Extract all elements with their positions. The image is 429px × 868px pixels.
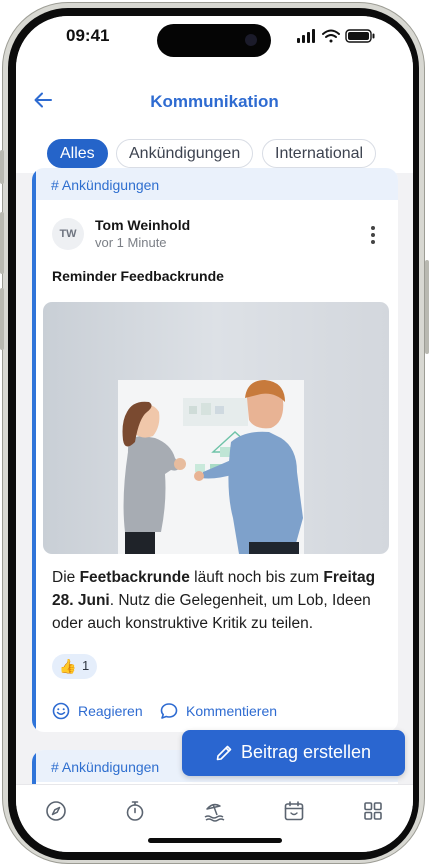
camera-icon (245, 34, 257, 46)
pencil-icon (216, 745, 232, 761)
volume-up-button (0, 212, 4, 274)
reaction-count: 1 (82, 658, 90, 673)
status-icons (297, 29, 375, 43)
compass-icon[interactable] (44, 799, 68, 823)
app-header: Kommunikation (16, 72, 413, 127)
grid-icon[interactable] (361, 799, 385, 823)
more-options-icon[interactable] (370, 224, 376, 246)
react-button[interactable]: Reagieren (52, 702, 162, 723)
filter-chip-ankuendigungen[interactable]: Ankündigungen (116, 139, 254, 168)
smiley-icon (52, 702, 70, 720)
dynamic-island (157, 24, 271, 57)
channel-tag[interactable]: # Ankündigungen (51, 177, 159, 193)
volume-down-button (0, 288, 4, 350)
post-title: Reminder Feedbackrunde (52, 268, 224, 284)
power-button (425, 260, 429, 354)
screen: 09:41 Kommunikation Alles Ankündigungen … (16, 16, 413, 852)
phone-device: 09:41 Kommunikation Alles Ankündigungen … (0, 0, 429, 868)
comment-icon (160, 703, 178, 719)
author-name[interactable]: Tom Weinhold (95, 217, 190, 233)
body-bold-1: Feetbackrunde (79, 569, 190, 586)
post-card[interactable]: # Ankündigungen TW Tom Weinhold vor 1 Mi… (32, 168, 398, 732)
calendar-icon[interactable] (282, 799, 306, 823)
filter-chip-alles[interactable]: Alles (47, 139, 108, 168)
page-title: Kommunikation (150, 92, 279, 111)
body-text-1: Die (52, 569, 80, 586)
react-label: Reagieren (78, 703, 143, 719)
comment-button[interactable]: Kommentieren (160, 703, 290, 723)
channel-tag[interactable]: # Ankündigungen (51, 759, 159, 775)
wifi-icon (322, 29, 340, 43)
post-body: Die Feetbackrunde läuft noch bis zum Fre… (52, 566, 392, 635)
filter-chips: Alles Ankündigungen International (16, 127, 413, 173)
beach-icon[interactable] (203, 799, 227, 823)
home-indicator (148, 838, 282, 843)
battery-icon (345, 29, 375, 43)
post-time: vor 1 Minute (95, 235, 167, 250)
status-bar: 09:41 (16, 16, 413, 72)
signal-icon (297, 29, 315, 43)
post-image[interactable] (43, 302, 389, 554)
status-time: 09:41 (66, 26, 110, 45)
comment-label: Kommentieren (186, 703, 278, 719)
create-post-button[interactable]: Beitrag erstellen (182, 730, 405, 776)
avatar[interactable]: TW (52, 218, 84, 250)
body-text-2: läuft noch bis zum (189, 569, 324, 586)
channel-bar: # Ankündigungen (36, 168, 398, 200)
mute-switch (0, 150, 4, 184)
filter-chip-international[interactable]: International (262, 139, 377, 168)
create-post-label: Beitrag erstellen (241, 742, 372, 762)
thumbs-up-icon: 👍 (59, 658, 77, 674)
stopwatch-icon[interactable] (123, 799, 147, 823)
reaction-badge[interactable]: 👍 1 (52, 654, 97, 679)
card-accent-bar (32, 168, 36, 732)
